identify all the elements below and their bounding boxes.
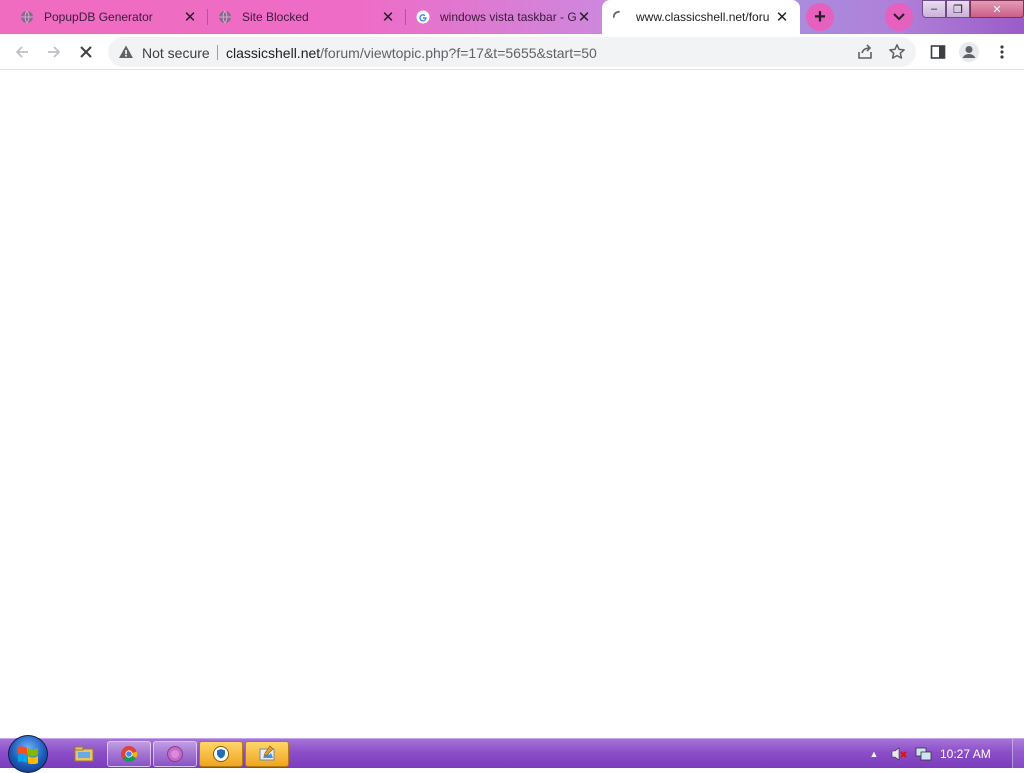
stop-loading-button[interactable] <box>74 40 98 64</box>
tab-classicshell-forum[interactable]: www.classicshell.net/foru ✕ <box>602 0 800 34</box>
security-label[interactable]: Not secure <box>142 45 210 61</box>
close-icon <box>80 46 92 58</box>
back-button[interactable] <box>10 40 34 64</box>
new-tab-button[interactable]: + <box>806 3 834 31</box>
windows-logo-icon <box>18 746 38 764</box>
tab-close-icon[interactable]: ✕ <box>774 9 790 26</box>
url-text[interactable]: classicshell.net/forum/viewtopic.php?f=1… <box>226 45 597 61</box>
network-tray-button[interactable] <box>914 745 934 763</box>
circle-app-icon <box>167 746 183 762</box>
maximize-button[interactable]: ❐ <box>946 0 970 18</box>
page-viewport <box>0 70 1024 738</box>
tab-site-blocked[interactable]: Site Blocked ✕ <box>208 0 406 34</box>
profile-avatar-icon <box>959 42 979 62</box>
share-icon[interactable] <box>856 43 874 61</box>
tab-title: windows vista taskbar - G <box>440 10 576 24</box>
taskbar-hotspot-shield[interactable] <box>199 741 243 767</box>
window-controls: – ❐ ✕ <box>922 0 1024 20</box>
plus-icon: + <box>814 5 826 28</box>
hotspot-shield-icon <box>213 746 229 762</box>
taskbar-chrome[interactable] <box>107 741 151 767</box>
taskbar-clock[interactable]: 10:27 AM <box>940 747 991 761</box>
tab-close-icon[interactable]: ✕ <box>380 9 396 26</box>
url-path: /forum/viewtopic.php?f=17&t=5655&start=5… <box>320 45 597 61</box>
side-panel-icon <box>930 45 946 59</box>
tab-title: Site Blocked <box>242 10 309 24</box>
profile-button[interactable] <box>957 40 981 64</box>
forward-button[interactable] <box>42 40 66 64</box>
address-divider <box>217 45 218 60</box>
file-explorer-icon <box>74 746 94 762</box>
arrow-right-icon <box>48 46 61 58</box>
loading-spinner-icon <box>612 10 626 24</box>
side-panel-button[interactable] <box>926 40 950 64</box>
tray-overflow-icon: ▲ <box>869 749 879 759</box>
taskbar-paint[interactable] <box>245 741 289 767</box>
chevron-down-icon <box>893 8 905 26</box>
browser-toolbar: Not secure classicshell.net/forum/viewto… <box>0 34 1024 70</box>
tab-popupdb-generator[interactable]: PopupDB Generator ✕ <box>0 0 208 34</box>
speaker-muted-icon <box>891 747 907 761</box>
volume-tray-button[interactable] <box>889 745 909 763</box>
browser-menu-button[interactable] <box>990 40 1014 64</box>
tab-title: www.classicshell.net/foru <box>636 10 770 24</box>
start-button[interactable] <box>8 735 48 773</box>
tab-windows-vista-taskbar[interactable]: windows vista taskbar - G ✕ <box>406 0 602 34</box>
tab-strip: PopupDB Generator ✕ Site Blocked ✕ windo… <box>0 0 1024 34</box>
minimize-button[interactable]: – <box>922 0 946 18</box>
warning-icon[interactable] <box>118 44 134 60</box>
google-icon <box>416 10 430 24</box>
tab-title: PopupDB Generator <box>44 10 153 24</box>
close-window-button[interactable]: ✕ <box>970 0 1024 18</box>
chrome-icon <box>121 746 138 762</box>
address-bar[interactable]: Not secure classicshell.net/forum/viewto… <box>108 37 916 67</box>
globe-icon <box>20 10 34 24</box>
tab-close-icon[interactable]: ✕ <box>576 9 592 26</box>
show-hidden-icons-button[interactable]: ▲ <box>868 745 880 763</box>
arrow-left-icon <box>15 46 28 58</box>
taskbar-file-explorer[interactable] <box>62 741 106 767</box>
tab-search-button[interactable] <box>885 3 913 31</box>
taskbar-circle-app[interactable] <box>153 741 197 767</box>
globe-icon <box>218 10 232 24</box>
network-icon <box>915 747 932 761</box>
kebab-menu-icon <box>1000 45 1004 59</box>
windows-taskbar: ▲ 10:27 AM <box>0 735 1024 773</box>
show-desktop-button[interactable] <box>1012 739 1024 769</box>
paint-icon <box>259 745 275 761</box>
url-host: classicshell.net <box>226 45 321 61</box>
bookmark-star-icon[interactable] <box>888 43 906 61</box>
tab-close-icon[interactable]: ✕ <box>182 9 198 26</box>
